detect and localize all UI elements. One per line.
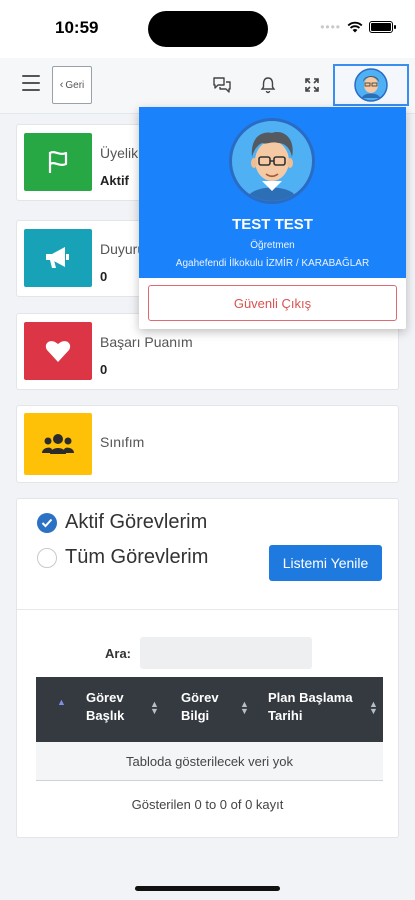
table-header: ▲ Görev Başlık ▲ ▼ Görev Bilgi ▲ ▼ Plan Ba… — [36, 677, 383, 742]
tasks-table: ▲ Görev Başlık ▲ ▼ Görev Bilgi ▲ ▼ Plan Ba… — [36, 677, 383, 781]
profile-name: TEST TEST — [232, 216, 313, 233]
profile-dropdown: TEST TEST Öğretmen Agahefendi İlkokulu İ… — [139, 107, 406, 329]
divider — [17, 609, 398, 610]
profile-header: TEST TEST Öğretmen Agahefendi İlkokulu İ… — [139, 107, 406, 278]
chat-icon[interactable] — [211, 74, 233, 96]
home-indicator — [135, 886, 280, 891]
radio-label: Aktif Görevlerim — [65, 511, 208, 533]
card-value: Aktif — [100, 173, 129, 188]
bell-icon[interactable] — [257, 74, 279, 96]
signal-icon: •••• — [320, 20, 341, 34]
column-label: Görev Başlık — [86, 690, 125, 723]
radio-active-tasks[interactable]: Aktif Görevlerim — [37, 511, 207, 534]
radio-circle-icon — [37, 547, 57, 568]
card-label: Sınıfım — [100, 434, 145, 450]
column-header-start-date[interactable]: Plan Başlama Tarihi ▲ ▼ — [256, 677, 383, 742]
fullscreen-icon[interactable] — [301, 74, 323, 96]
card-value: 0 — [100, 269, 108, 284]
sort-icon: ▲ ▼ — [150, 699, 159, 716]
profile-school: Agahefendi İlkokulu İZMİR / KARABAĞLAR — [175, 258, 370, 269]
sort-icon: ▲ ▼ — [369, 699, 378, 716]
card-value: 0 — [100, 362, 108, 377]
table-empty-row: Tabloda gösterilecek veri yok — [36, 742, 383, 781]
check-icon — [37, 512, 57, 533]
avatar — [354, 68, 388, 102]
column-header-info[interactable]: Görev Bilgi ▲ ▼ — [169, 677, 256, 742]
status-bar: 10:59 •••• — [0, 0, 415, 58]
hamburger-menu-icon[interactable] — [22, 75, 40, 91]
sort-asc-icon: ▲ — [57, 697, 66, 707]
megaphone-icon — [46, 247, 69, 268]
profile-button[interactable] — [333, 64, 409, 106]
tasks-panel: Aktif Görevlerim Tüm Görevlerim Listemi … — [16, 498, 399, 838]
column-header-title[interactable]: Görev Başlık ▲ ▼ — [74, 677, 169, 742]
column-label: Görev Bilgi — [181, 690, 219, 723]
tile-class — [24, 413, 92, 475]
profile-avatar — [229, 118, 315, 204]
column-label: Plan Başlama Tarihi — [268, 690, 353, 723]
search-input[interactable] — [140, 637, 312, 669]
wifi-icon — [347, 21, 363, 33]
heart-icon — [45, 341, 71, 362]
class-card[interactable]: Sınıfım — [16, 405, 399, 483]
top-navbar: ‹ Geri — [0, 58, 415, 114]
flag-icon — [48, 151, 68, 173]
back-button[interactable]: ‹ Geri — [52, 66, 92, 104]
refresh-list-button[interactable]: Listemi Yenile — [269, 545, 382, 581]
profile-role: Öğretmen — [250, 240, 295, 251]
radio-label: Tüm Görevlerim — [65, 546, 209, 568]
sort-icon: ▲ ▼ — [240, 699, 249, 716]
table-info: Gösterilen 0 to 0 of 0 kayıt — [131, 797, 284, 812]
tile-membership — [24, 133, 92, 191]
search-label: Ara: — [105, 646, 132, 661]
column-sort-handle[interactable]: ▲ — [36, 677, 74, 742]
battery-icon — [369, 21, 396, 33]
card-label: Üyelik — [100, 145, 139, 161]
status-icons: •••• — [320, 20, 396, 34]
back-button-label: Geri — [65, 79, 85, 91]
card-label: Başarı Puanım — [100, 334, 193, 350]
tile-announcement — [24, 229, 92, 287]
chevron-left-icon: ‹ — [59, 79, 64, 91]
dynamic-island — [148, 11, 268, 47]
tile-score — [24, 322, 92, 380]
radio-all-tasks[interactable]: Tüm Görevlerim — [37, 546, 208, 569]
users-icon — [42, 434, 74, 454]
logout-button[interactable]: Güvenli Çıkış — [148, 285, 397, 321]
status-time: 10:59 — [55, 18, 99, 37]
